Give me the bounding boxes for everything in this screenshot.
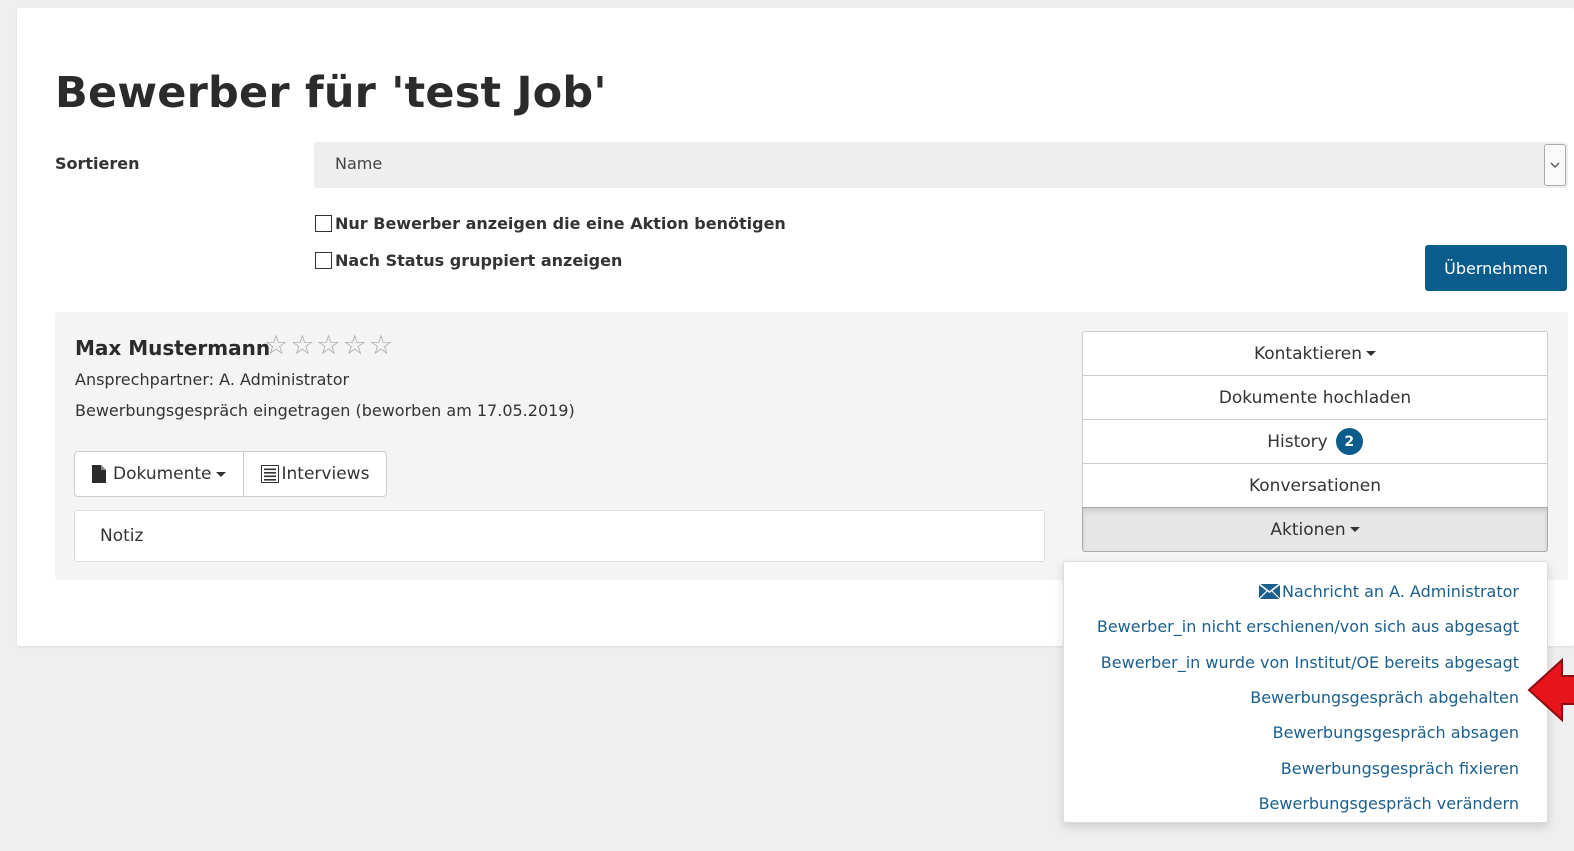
caret-down-icon <box>215 471 226 477</box>
documents-button[interactable]: Dokumente <box>75 452 243 496</box>
contact-button-label: Kontaktieren <box>1253 343 1363 364</box>
menu-item-label: Bewerbungsgespräch verändern <box>1258 793 1519 813</box>
list-icon <box>260 465 279 483</box>
upload-documents-button[interactable]: Dokumente hochladen <box>1082 375 1548 420</box>
checkbox-action-needed-row[interactable]: Nur Bewerber anzeigen die eine Aktion be… <box>315 214 786 233</box>
menu-item-label: Bewerber_in nicht erschienen/von sich au… <box>1096 617 1519 637</box>
menu-item-label: Bewerbungsgespräch fixieren <box>1280 758 1519 778</box>
sort-select[interactable]: Name <box>314 142 1568 188</box>
contact-person: Ansprechpartner: A. Administrator <box>75 370 350 389</box>
checkbox-group-by-status-label: Nach Status gruppiert anzeigen <box>335 251 623 270</box>
conversations-label: Konversationen <box>1248 475 1382 496</box>
actions-dropdown-menu: Nachricht an A. Administrator Bewerber_i… <box>1063 561 1548 823</box>
red-arrow-icon <box>1527 657 1574 723</box>
history-label: History <box>1267 431 1328 452</box>
menu-item-fix-interview[interactable]: Bewerbungsgespräch fixieren <box>1064 750 1547 785</box>
actions-button[interactable]: Aktionen <box>1082 507 1548 552</box>
action-list: Kontaktieren Dokumente hochladen History… <box>1082 331 1548 552</box>
menu-item-label: Bewerbungsgespräch absagen <box>1272 723 1519 743</box>
sort-select-value: Name <box>335 154 383 173</box>
interviews-button-label: Interviews <box>281 464 370 484</box>
file-icon <box>92 465 106 483</box>
menu-item-label: Bewerber_in wurde von Institut/OE bereit… <box>1100 652 1519 672</box>
menu-item-cancel-interview[interactable]: Bewerbungsgespräch absagen <box>1064 715 1547 750</box>
menu-item-change-interview[interactable]: Bewerbungsgespräch verändern <box>1064 786 1547 821</box>
menu-item-label: Nachricht an A. Administrator <box>1282 582 1519 602</box>
envelope-icon <box>1259 584 1281 600</box>
applicant-name: Max Mustermann <box>75 336 271 360</box>
star-rating[interactable]: ☆☆☆☆☆ <box>264 330 395 361</box>
page-title: Bewerber für 'test Job' <box>55 68 607 118</box>
note-label: Notiz <box>100 526 144 546</box>
upload-documents-label: Dokumente hochladen <box>1218 387 1412 408</box>
history-button[interactable]: History 2 <box>1082 419 1548 464</box>
menu-item-no-show[interactable]: Bewerber_in nicht erschienen/von sich au… <box>1064 609 1547 644</box>
documents-button-label: Dokumente <box>113 464 212 484</box>
interviews-button[interactable]: Interviews <box>242 452 387 496</box>
contact-button[interactable]: Kontaktieren <box>1082 331 1548 376</box>
checkbox-action-needed[interactable] <box>315 215 332 232</box>
sort-label: Sortieren <box>55 154 140 173</box>
caret-down-icon <box>1366 351 1377 356</box>
checkbox-group-by-status[interactable] <box>315 252 332 269</box>
application-status: Bewerbungsgespräch eingetragen (beworben… <box>75 401 575 420</box>
actions-label: Aktionen <box>1270 519 1346 540</box>
checkbox-group-by-status-row[interactable]: Nach Status gruppiert anzeigen <box>315 251 622 270</box>
menu-item-message-admin[interactable]: Nachricht an A. Administrator <box>1064 574 1547 609</box>
menu-item-label: Bewerbungsgespräch abgehalten <box>1250 688 1519 708</box>
chevron-down-icon[interactable] <box>1544 144 1566 186</box>
apply-button[interactable]: Übernehmen <box>1425 245 1567 291</box>
checkbox-action-needed-label: Nur Bewerber anzeigen die eine Aktion be… <box>335 214 786 233</box>
applicant-button-group: Dokumente Interviews <box>74 451 388 497</box>
menu-item-rejected-by-institute[interactable]: Bewerber_in wurde von Institut/OE bereit… <box>1064 645 1547 680</box>
history-count-badge: 2 <box>1335 428 1363 455</box>
caret-down-icon <box>1349 527 1360 532</box>
menu-item-interview-held[interactable]: Bewerbungsgespräch abgehalten <box>1064 680 1547 715</box>
note-field[interactable]: Notiz <box>74 510 1045 562</box>
conversations-button[interactable]: Konversationen <box>1082 463 1548 508</box>
